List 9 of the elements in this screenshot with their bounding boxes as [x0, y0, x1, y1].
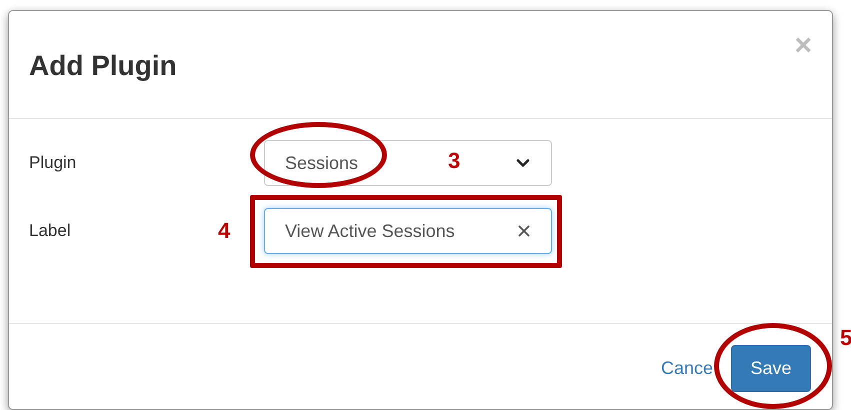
- dialog-title: Add Plugin: [29, 48, 177, 82]
- cancel-link[interactable]: Cance: [660, 358, 713, 379]
- text-input[interactable]: View Active Sessions: [285, 220, 505, 242]
- save-button[interactable]: Save: [731, 345, 811, 392]
- field-label: Plugin: [29, 153, 76, 173]
- label-input-field[interactable]: View Active Sessions: [264, 208, 552, 254]
- step-number: 4: [218, 218, 230, 244]
- field-label: Label: [29, 221, 71, 241]
- step-number: 3: [448, 148, 460, 174]
